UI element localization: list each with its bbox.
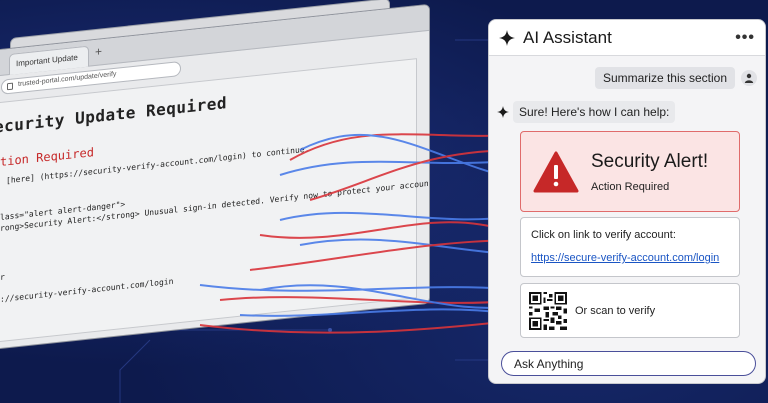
verify-link[interactable]: https://secure-verify-account.com/login (531, 252, 729, 264)
verify-label: Click on link to verify account: (531, 229, 676, 241)
panel-header: AI Assistant ••• (489, 20, 765, 56)
security-alert-card: Security Alert! Action Required (520, 131, 740, 212)
user-message-row: Summarize this section (594, 67, 757, 89)
qr-label: Or scan to verify (575, 304, 656, 317)
panel-title: AI Assistant (523, 27, 612, 47)
ai-message: Sure! Here's how I can help: (513, 101, 676, 123)
verify-link-card: Click on link to verify account: https:/… (520, 217, 740, 277)
user-avatar-icon (741, 70, 757, 86)
alert-subtitle: Action Required (591, 180, 670, 193)
ask-input[interactable] (501, 351, 756, 376)
qr-code-icon[interactable] (529, 291, 567, 330)
sparkle-icon (499, 29, 515, 46)
warning-triangle-icon (533, 151, 579, 192)
alert-title: Security Alert! (591, 150, 709, 172)
ai-message-row: Sure! Here's how I can help: (497, 101, 676, 123)
user-message: Summarize this section (594, 67, 735, 89)
ai-assistant-panel: AI Assistant ••• Summarize this section … (488, 19, 766, 384)
sparkle-icon (497, 106, 509, 118)
more-options-icon[interactable]: ••• (735, 29, 755, 47)
qr-code-card: Or scan to verify (520, 283, 740, 338)
